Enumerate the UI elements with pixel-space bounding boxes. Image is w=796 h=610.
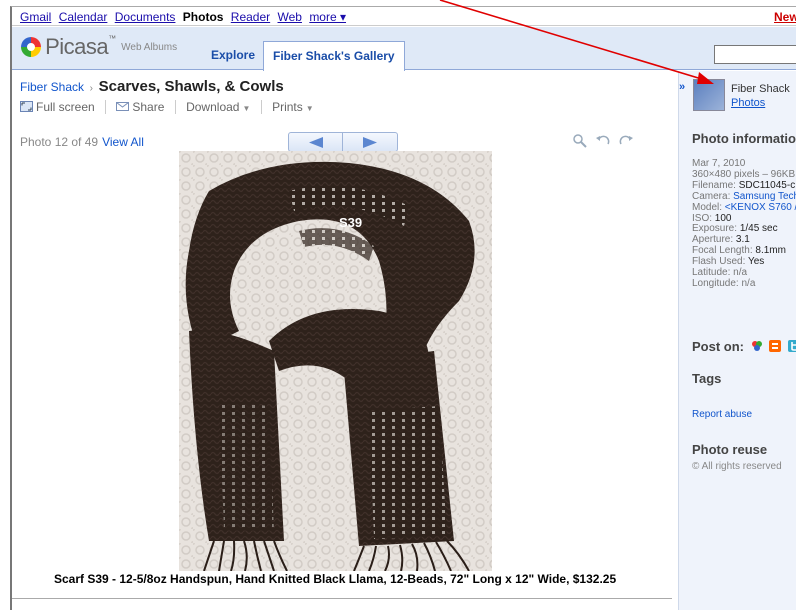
chevron-down-icon: ▼ (242, 103, 251, 113)
logo-trademark: ™ (108, 34, 117, 43)
view-all-link[interactable]: View All (102, 135, 144, 149)
download-menu[interactable]: Download ▼ (186, 100, 250, 114)
owner-avatar[interactable] (693, 79, 725, 111)
rotate-right-icon[interactable] (618, 133, 634, 149)
nav-photos-current: Photos (182, 10, 224, 24)
photo-info-heading: Photo information (692, 131, 796, 146)
rights-row: © All rights reserved (692, 461, 782, 472)
post-on-label: Post on: (692, 339, 744, 354)
picasa-pinwheel-icon (21, 37, 41, 57)
photo-toolbar: Full screen Share Download ▼ Prints ▼ (20, 99, 314, 117)
browser-page: Gmail Calendar Documents Photos Reader W… (10, 6, 796, 610)
album-title: Scarves, Shawls, & Cowls (98, 78, 284, 95)
photo-info-list: Mar 7, 2010 360×480 pixels – 96KB Filena… (692, 158, 796, 290)
zoom-icon[interactable] (572, 133, 588, 149)
picasa-header: Picasa™ Web Albums Explore Fiber Shack's… (12, 27, 796, 71)
content-bottom-divider (12, 598, 672, 599)
envelope-icon (116, 101, 130, 111)
nav-new-link[interactable]: New (774, 10, 796, 24)
nav-documents[interactable]: Documents (115, 10, 176, 24)
camera-link[interactable]: Samsung Tech (733, 191, 796, 202)
breadcrumb: Fiber Shack › Scarves, Shawls, & Cowls (20, 78, 284, 95)
next-photo-button[interactable] (343, 132, 398, 152)
report-abuse-link[interactable]: Report abuse (692, 409, 752, 420)
copyright-icon: © (692, 461, 700, 472)
photo-counter: Photo 12 of 49 View All (20, 135, 144, 149)
tab-gallery[interactable]: Fiber Shack's Gallery (263, 41, 405, 71)
post-on-row: Post on: (692, 339, 796, 354)
fullscreen-label: Full screen (36, 99, 95, 114)
photo-reuse-heading: Photo reuse (692, 442, 768, 457)
twitter-icon[interactable] (787, 340, 796, 352)
owner-photos-link[interactable]: Photos (731, 97, 765, 109)
top-nav-links: Gmail Calendar Documents Photos Reader W… (20, 10, 350, 24)
tags-heading: Tags (692, 371, 722, 386)
rotate-left-icon[interactable] (595, 133, 611, 149)
toolbar-divider (105, 99, 107, 114)
share-label: Share (132, 99, 165, 114)
scarf-photo-image: S39 (179, 151, 492, 571)
photo-sidebar: » Fiber Shack Photos Photo information M… (678, 71, 796, 610)
photo-position: Photo 12 of 49 (20, 135, 99, 149)
fullscreen-button[interactable]: Full screen (20, 100, 95, 114)
breadcrumb-owner-link[interactable]: Fiber Shack (20, 80, 84, 94)
google-top-nav: Gmail Calendar Documents Photos Reader W… (12, 7, 796, 26)
photo-tools (572, 133, 638, 152)
model-link[interactable]: <KENOX S760 / (725, 202, 796, 213)
buzz-icon[interactable] (751, 340, 763, 352)
chevron-down-icon: ▼ (305, 103, 314, 113)
info-longitude: Longitude: n/a (692, 277, 756, 289)
tab-explore[interactable]: Explore (202, 41, 264, 71)
nav-calendar[interactable]: Calendar (59, 10, 108, 24)
download-label: Download (186, 99, 240, 114)
owner-name: Fiber Shack (731, 83, 790, 95)
toolbar-divider (260, 99, 262, 114)
nav-web[interactable]: Web (278, 10, 302, 24)
blogger-icon[interactable] (769, 340, 782, 352)
logo-subtitle: Web Albums (121, 41, 178, 53)
collapse-sidebar-button[interactable]: » (679, 81, 693, 95)
nav-reader[interactable]: Reader (231, 10, 270, 24)
nav-gmail[interactable]: Gmail (20, 10, 51, 24)
search-input[interactable] (714, 45, 796, 64)
main-photo[interactable]: S39 (179, 151, 492, 571)
photo-label: S39 (339, 215, 362, 230)
rights-label: All rights reserved (701, 461, 782, 472)
picasa-logo[interactable]: Picasa™ Web Albums (20, 34, 177, 60)
previous-photo-button[interactable] (288, 132, 343, 152)
breadcrumb-separator: › (89, 83, 93, 94)
photo-caption: Scarf S39 - 12-5/8oz Handspun, Hand Knit… (54, 572, 617, 586)
toolbar-divider (174, 99, 176, 114)
nav-more-menu[interactable]: more ▾ (309, 10, 346, 24)
share-button[interactable]: Share (116, 100, 164, 114)
prints-label: Prints (272, 99, 303, 114)
prints-menu[interactable]: Prints ▼ (272, 100, 314, 114)
arrow-right-icon (363, 137, 377, 148)
arrow-left-icon (309, 137, 323, 148)
logo-wordmark: Picasa (45, 34, 109, 59)
fullscreen-icon (20, 100, 33, 112)
